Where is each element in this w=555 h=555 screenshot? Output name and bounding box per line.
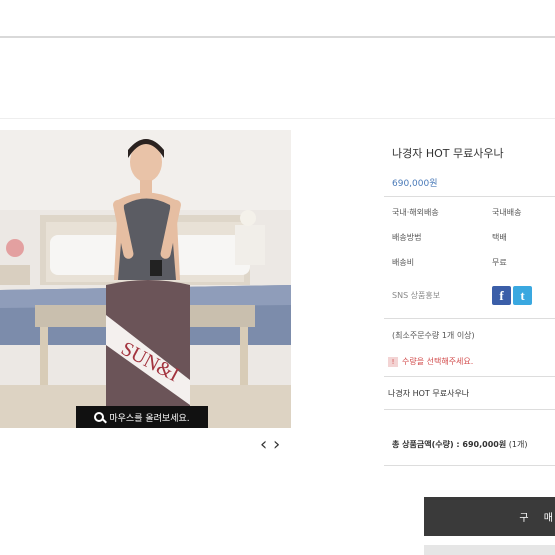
shipping-region-label: 국내·해외배송 bbox=[392, 208, 439, 217]
twitter-icon[interactable]: t bbox=[513, 286, 532, 305]
prev-image-button[interactable]: ‹ bbox=[260, 436, 273, 454]
total-qty: (1개) bbox=[506, 440, 528, 449]
magnifier-icon bbox=[94, 412, 105, 422]
product-photo: SUN&I bbox=[0, 130, 291, 428]
image-pager: ‹ › bbox=[260, 436, 286, 454]
buy-button-label: 구 매 bbox=[519, 513, 555, 524]
divider bbox=[384, 196, 555, 197]
facebook-icon[interactable]: f bbox=[492, 286, 511, 305]
shipping-fee-value: 무료 bbox=[492, 258, 507, 267]
quantity-notice-text: 수량을 선택해주세요. bbox=[402, 357, 474, 366]
total-label: 총 상품금액(수량) : bbox=[392, 440, 463, 449]
hover-hint-text: 마우스를 올려보세요. bbox=[109, 413, 190, 424]
divider bbox=[384, 409, 555, 410]
min-order-note: (최소주문수량 1개 이상) bbox=[392, 331, 475, 340]
total-value: 690,000원 bbox=[462, 440, 507, 449]
divider bbox=[384, 318, 555, 319]
header-divider bbox=[0, 118, 555, 119]
shipping-fee-label: 배송비 bbox=[392, 258, 415, 267]
shipping-method-label: 배송방법 bbox=[392, 233, 422, 242]
buy-button[interactable]: 구 매 bbox=[424, 497, 555, 536]
sns-label: SNS 상품홍보 bbox=[392, 291, 441, 300]
alert-icon: ! bbox=[388, 356, 398, 367]
secondary-button[interactable] bbox=[424, 545, 555, 555]
product-price: 690,000원 bbox=[392, 179, 438, 189]
product-image[interactable]: SUN&I bbox=[0, 130, 291, 428]
next-image-button[interactable]: › bbox=[273, 436, 286, 454]
product-title: 나경자 HOT 무료사우나 bbox=[392, 147, 504, 160]
quantity-notice: ! 수량을 선택해주세요. bbox=[388, 356, 473, 367]
shipping-region-value: 국내배송 bbox=[492, 208, 522, 217]
divider bbox=[384, 465, 555, 466]
total-price: 총 상품금액(수량) : 690,000원 (1개) bbox=[392, 439, 527, 450]
selected-item-name: 나경자 HOT 무료사우나 bbox=[388, 389, 470, 398]
shipping-method-value: 택배 bbox=[492, 233, 507, 242]
divider bbox=[384, 376, 555, 377]
top-bar bbox=[0, 0, 555, 38]
sns-share: f t bbox=[492, 286, 532, 305]
hover-hint: 마우스를 올려보세요. bbox=[76, 406, 208, 428]
